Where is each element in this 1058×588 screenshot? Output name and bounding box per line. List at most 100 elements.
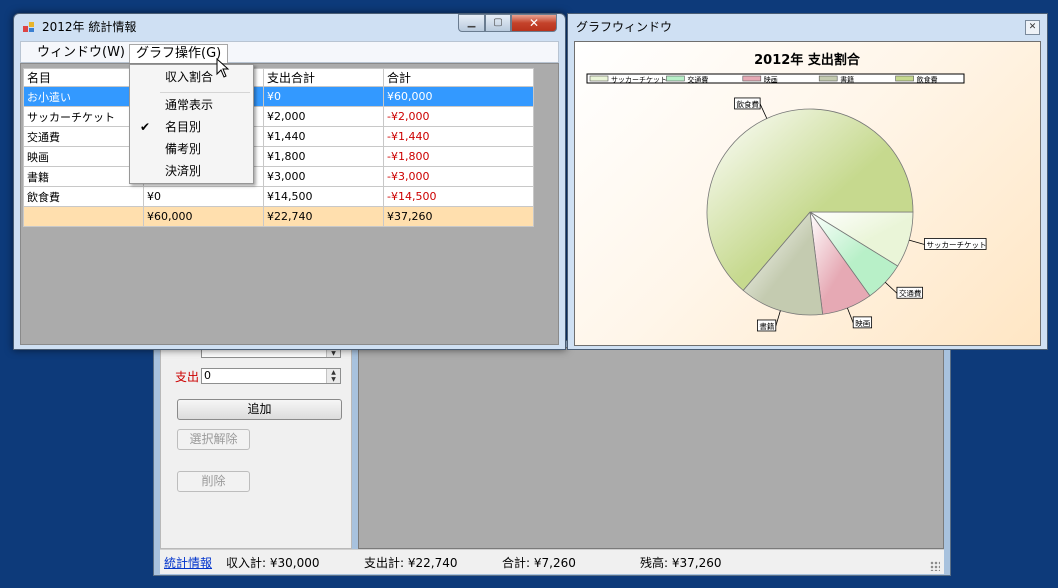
stats-table: 名目 支出合計 合計 お小遣い ¥0 ¥60,000 サッカーチケット ¥2,000 -¥… xyxy=(23,68,534,227)
cell-name[interactable]: サッカーチケット xyxy=(23,106,144,127)
menu-graph[interactable]: グラフ操作(G) xyxy=(129,44,229,63)
pie-chart: 2012年 支出割合サッカーチケット 交通費 映画 書籍 飲食費サッカーチケット交通費映… xyxy=(586,52,986,332)
cell-income[interactable]: ¥60,000 xyxy=(143,206,264,227)
cell-name[interactable] xyxy=(23,206,144,227)
pie-label: 交通費 xyxy=(899,288,922,298)
net-total: 合計: ¥7,260 xyxy=(502,556,576,570)
pie-leader-line xyxy=(759,103,768,119)
app-icon xyxy=(23,22,34,32)
spend-label: 支出 xyxy=(175,370,200,384)
cell-total[interactable]: -¥2,000 xyxy=(383,106,534,127)
menu-item-normal[interactable]: 通常表示 xyxy=(130,95,253,116)
table-row[interactable]: 飲食費 ¥0 ¥14,500 -¥14,500 xyxy=(23,186,534,207)
table-row[interactable]: 交通費 ¥1,440 -¥1,440 xyxy=(23,126,534,147)
mouse-cursor-icon xyxy=(216,58,230,78)
table-row[interactable]: お小遣い ¥0 ¥60,000 xyxy=(23,86,534,107)
cell-total[interactable]: ¥37,260 xyxy=(383,206,534,227)
income-total: 収入計: ¥30,000 xyxy=(226,556,320,570)
column-header[interactable]: 支出合計 xyxy=(263,68,384,87)
menu-item-by-name[interactable]: ✔ 名目別 xyxy=(130,117,253,138)
pie-leader-line xyxy=(847,307,854,324)
maximize-button[interactable]: ▢ xyxy=(485,14,511,32)
cell-expense[interactable]: ¥14,500 xyxy=(263,186,384,207)
menu-item-by-note[interactable]: 備考別 xyxy=(130,139,253,160)
checkmark-icon: ✔ xyxy=(140,120,151,134)
cell-expense[interactable]: ¥1,440 xyxy=(263,126,384,147)
pie-leader-line xyxy=(884,282,898,294)
balance: 残高: ¥37,260 xyxy=(640,556,722,570)
cell-expense[interactable]: ¥1,800 xyxy=(263,146,384,167)
table-row[interactable]: 映画 ¥1,800 -¥1,800 xyxy=(23,146,534,167)
add-button[interactable]: 追加 xyxy=(177,399,342,420)
column-header[interactable]: 合計 xyxy=(383,68,534,87)
cell-name[interactable]: お小遣い xyxy=(23,86,144,107)
menu-item-label: 名目別 xyxy=(165,120,202,134)
window-title: グラフウィンドウ xyxy=(576,20,673,34)
cell-total[interactable]: -¥1,440 xyxy=(383,126,534,147)
close-button[interactable]: ✕ xyxy=(1025,20,1040,35)
menu-separator xyxy=(160,92,250,93)
pie-leader-line xyxy=(775,310,781,327)
spend-stepper[interactable]: 0 ▲ ▼ xyxy=(201,368,341,384)
cell-expense[interactable]: ¥3,000 xyxy=(263,166,384,187)
table-row[interactable]: サッカーチケット ¥2,000 -¥2,000 xyxy=(23,106,534,127)
legend-label: 飲食費 xyxy=(917,75,938,84)
grid-container: 名目 支出合計 合計 お小遣い ¥0 ¥60,000 サッカーチケット ¥2,000 -¥… xyxy=(20,63,559,345)
close-icon: ✕ xyxy=(1028,22,1037,32)
legend-label: 書籍 xyxy=(840,75,854,84)
graph-dropdown-menu: 収入割合 通常表示 ✔ 名目別 備考別 決済別 xyxy=(129,64,254,184)
stats-link[interactable]: 統計情報 xyxy=(164,556,212,570)
chart-title: 2012年 支出割合 xyxy=(754,52,861,68)
cell-name[interactable]: 書籍 xyxy=(23,166,144,187)
pie-leader-line xyxy=(908,239,925,245)
legend-swatch xyxy=(589,75,609,82)
cell-income[interactable]: ¥0 xyxy=(143,186,264,207)
stats-window: 2012年 統計情報 ▁ ▢ ✕ ウィンドウ(W) グラフ操作(G) 名目 支出… xyxy=(13,13,566,350)
expense-total: 支出計: ¥22,740 xyxy=(364,556,458,570)
entry-panel: ▲▼ 支出 0 ▲▼ 追加 選択解除 削除 xyxy=(160,342,352,549)
cell-total[interactable]: ¥60,000 xyxy=(383,86,534,107)
pie-label: 書籍 xyxy=(759,321,775,331)
close-icon: ✕ xyxy=(528,16,540,30)
table-total-row[interactable]: ¥60,000 ¥22,740 ¥37,260 xyxy=(23,206,534,227)
cell-name[interactable]: 飲食費 xyxy=(23,186,144,207)
status-bar: 統計情報 収入計: ¥30,000 支出計: ¥22,740 合計: ¥7,26… xyxy=(160,549,944,574)
chart-area: 2012年 支出割合 サッカーチケット 交通費 映画 書籍 飲食費 サッカーチケット 交通費映… xyxy=(574,41,1041,346)
menu-bar: ウィンドウ(W) グラフ操作(G) xyxy=(20,41,559,63)
menu-item-income-ratio[interactable]: 収入割合 xyxy=(130,67,253,88)
spend-value: 0 xyxy=(204,369,211,382)
legend-swatch xyxy=(666,75,685,82)
maximize-icon: ▢ xyxy=(493,17,503,28)
minimize-icon: ▁ xyxy=(467,17,476,28)
menu-window[interactable]: ウィンドウ(W) xyxy=(31,44,131,62)
cell-name[interactable]: 映画 xyxy=(23,146,144,167)
cell-total[interactable]: -¥14,500 xyxy=(383,186,534,207)
legend-label: サッカーチケット xyxy=(611,76,667,84)
close-button[interactable]: ✕ xyxy=(511,14,557,32)
menu-item-by-payment[interactable]: 決済別 xyxy=(130,161,253,182)
list-panel xyxy=(358,347,944,549)
cell-name[interactable]: 交通費 xyxy=(23,126,144,147)
table-header: 名目 支出合計 合計 xyxy=(23,68,534,87)
legend-swatch xyxy=(818,75,838,82)
column-header[interactable]: 名目 xyxy=(23,68,144,87)
cell-expense[interactable]: ¥0 xyxy=(263,86,384,107)
cell-total[interactable]: -¥3,000 xyxy=(383,166,534,187)
stepper-arrows-icon[interactable]: ▲▼ xyxy=(326,369,340,383)
deselect-button[interactable]: 選択解除 xyxy=(177,429,250,450)
legend-label: 交通費 xyxy=(687,75,708,84)
minimize-button[interactable]: ▁ xyxy=(458,14,485,32)
cell-expense[interactable]: ¥22,740 xyxy=(263,206,384,227)
legend-swatch xyxy=(742,75,762,82)
table-row[interactable]: 書籍¥0¥3,000-¥3,000 xyxy=(23,166,534,187)
cell-expense[interactable]: ¥2,000 xyxy=(263,106,384,127)
pie-label: 飲食費 xyxy=(737,99,760,109)
delete-button[interactable]: 削除 xyxy=(177,471,250,492)
legend-label: 映画 xyxy=(764,75,778,84)
graph-window: グラフウィンドウ ✕ 2012年 支出割合 サッカーチケット 交通費 映画 書籍 飲食費サ… xyxy=(567,13,1048,350)
resize-grip-icon[interactable] xyxy=(930,561,940,571)
pie-label: 映画 xyxy=(855,318,870,328)
window-title: 2012年 統計情報 xyxy=(42,20,137,34)
main-window: ▲▼ 支出 0 ▲▼ 追加 選択解除 削除 統計情報 収入計: ¥30,000 … xyxy=(153,340,951,576)
cell-total[interactable]: -¥1,800 xyxy=(383,146,534,167)
